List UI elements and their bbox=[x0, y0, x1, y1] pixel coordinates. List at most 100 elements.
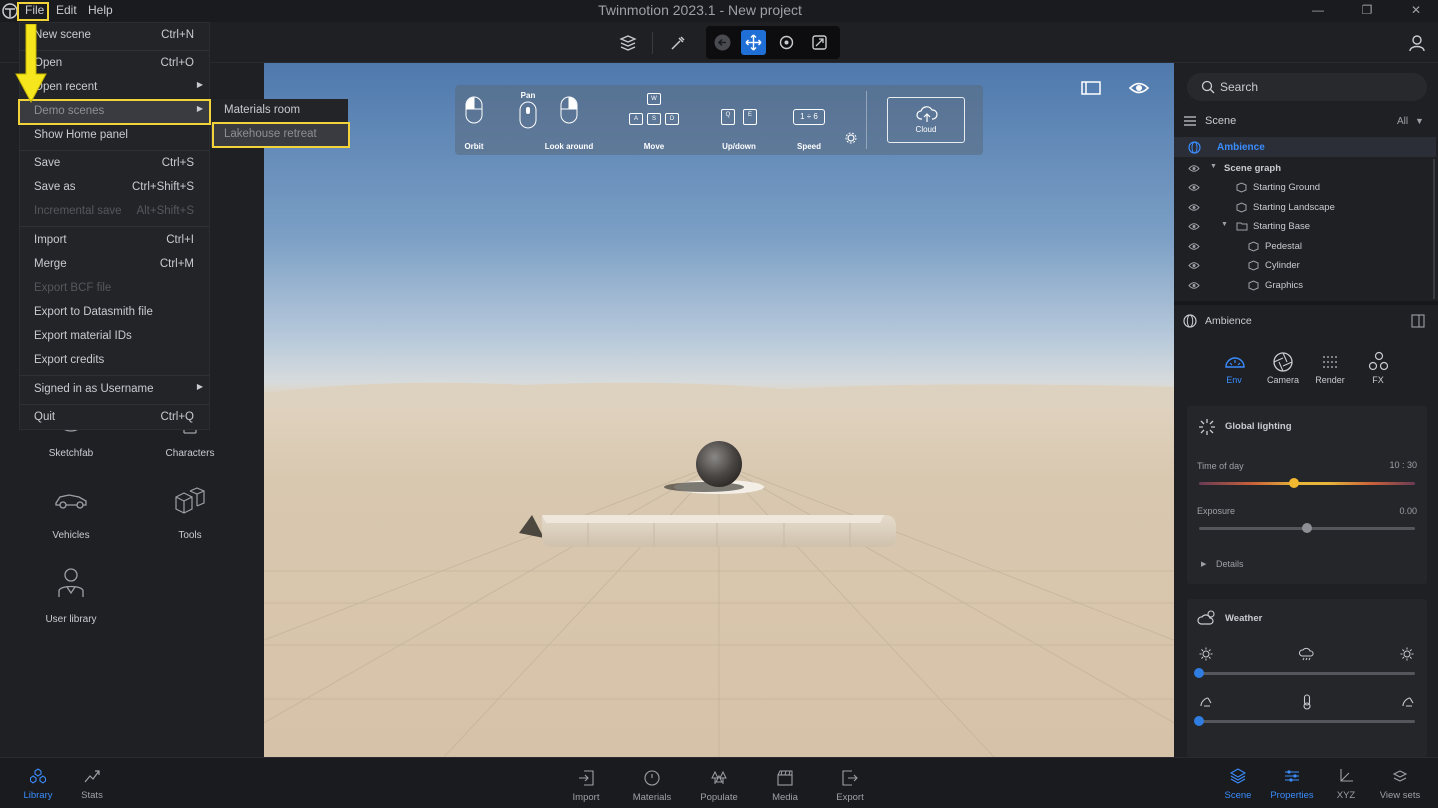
weather-sun-cloud-icon bbox=[1197, 610, 1215, 625]
eye-icon[interactable] bbox=[1188, 203, 1200, 212]
scene-layers-icon bbox=[1230, 768, 1246, 784]
tree-label: Starting Base bbox=[1253, 221, 1311, 232]
library-cubes-icon bbox=[30, 768, 46, 784]
tree-row-starting-landscape[interactable]: Starting Landscape bbox=[1174, 198, 1436, 217]
menu-item-label: Signed in as Username bbox=[34, 383, 154, 395]
scene-properties-panel: Search Scene All ▼ Ambience ▼ Scene grap… bbox=[1174, 63, 1438, 757]
eye-icon[interactable] bbox=[1188, 261, 1200, 270]
bottom-tab-view-sets[interactable]: View sets bbox=[1370, 768, 1430, 808]
panel-toggle-icon[interactable] bbox=[1080, 79, 1102, 97]
eye-icon[interactable] bbox=[1188, 222, 1200, 231]
time-of-day-value: 10 : 30 bbox=[1389, 460, 1417, 470]
tab-env[interactable]: Env bbox=[1214, 351, 1254, 391]
weather-thumb[interactable] bbox=[1194, 668, 1204, 678]
tree-row-pedestal[interactable]: Pedestal bbox=[1174, 237, 1436, 256]
bottom-tab-scene[interactable]: Scene bbox=[1208, 768, 1268, 808]
tree-row-starting-ground[interactable]: Starting Ground bbox=[1174, 178, 1436, 197]
bottom-media-button[interactable]: Media bbox=[755, 770, 815, 808]
cloud-button[interactable]: Cloud bbox=[887, 97, 965, 143]
user-account-icon[interactable] bbox=[1407, 33, 1427, 53]
search-input[interactable]: Search bbox=[1187, 73, 1427, 101]
submenu-item-materials-room[interactable]: Materials room bbox=[211, 99, 348, 123]
weather-slider[interactable] bbox=[1199, 672, 1415, 675]
menu-item-open[interactable]: Open Ctrl+O bbox=[20, 52, 209, 76]
chevron-down-icon[interactable]: ▼ bbox=[1415, 116, 1424, 126]
fit-view-button[interactable] bbox=[807, 30, 832, 55]
move-mode-button[interactable] bbox=[741, 30, 766, 55]
bottom-tab-properties[interactable]: Properties bbox=[1262, 768, 1322, 808]
scrollbar[interactable] bbox=[1433, 159, 1435, 299]
tile-label: Sketchfab bbox=[48, 448, 94, 459]
library-tile-vehicles[interactable]: Vehicles bbox=[16, 475, 126, 545]
expand-arrow-icon[interactable]: ▼ bbox=[1210, 163, 1217, 170]
menu-item-merge[interactable]: Merge Ctrl+M bbox=[20, 253, 209, 277]
submenu-arrow-icon: ▶ bbox=[196, 80, 203, 89]
filter-dropdown[interactable]: All bbox=[1397, 116, 1408, 127]
eye-icon[interactable] bbox=[1188, 164, 1200, 173]
back-icon[interactable] bbox=[714, 34, 731, 51]
orbit-mode-button[interactable] bbox=[774, 30, 799, 55]
menu-item-signed-in[interactable]: Signed in as Username ▶ bbox=[20, 378, 209, 402]
bottom-import-button[interactable]: Import bbox=[556, 770, 616, 808]
tab-render[interactable]: Render bbox=[1310, 351, 1350, 391]
eye-icon[interactable] bbox=[1188, 183, 1200, 192]
menu-item-export-material-ids[interactable]: Export material IDs bbox=[20, 325, 209, 349]
bottom-materials-button[interactable]: Materials bbox=[622, 770, 682, 808]
details-toggle[interactable]: Details bbox=[1216, 559, 1244, 569]
restore-icon[interactable]: ❐ bbox=[1360, 3, 1374, 17]
move-arrows-icon bbox=[745, 34, 762, 51]
visibility-eye-icon[interactable] bbox=[1128, 79, 1150, 97]
tab-fx[interactable]: FX bbox=[1358, 351, 1398, 391]
menu-item-export-datasmith[interactable]: Export to Datasmith file bbox=[20, 301, 209, 325]
menu-item-save[interactable]: Save Ctrl+S bbox=[20, 152, 209, 176]
bottom-tab-xyz[interactable]: XYZ bbox=[1316, 768, 1376, 808]
menu-item-save-as[interactable]: Save as Ctrl+Shift+S bbox=[20, 176, 209, 200]
bottom-tab-label: Import bbox=[572, 792, 600, 803]
library-tile-tools[interactable]: Tools bbox=[135, 475, 245, 545]
bottom-tab-library[interactable]: Library bbox=[8, 768, 68, 808]
toolbar bbox=[0, 22, 1438, 63]
menu-item-label: Show Home panel bbox=[34, 129, 128, 141]
object-icon bbox=[1236, 182, 1247, 193]
eye-icon[interactable] bbox=[1188, 281, 1200, 290]
speed-label: Speed bbox=[796, 142, 821, 151]
menu-item-open-recent[interactable]: Open recent ▶ bbox=[20, 76, 209, 100]
settings-gear-icon[interactable] bbox=[845, 132, 857, 144]
time-of-day-thumb[interactable] bbox=[1289, 478, 1300, 488]
exposure-thumb[interactable] bbox=[1302, 523, 1312, 533]
menu-item-import[interactable]: Import Ctrl+I bbox=[20, 229, 209, 253]
tree-row-scene-graph[interactable]: ▼ Scene graph bbox=[1174, 159, 1436, 178]
minimize-icon[interactable]: — bbox=[1311, 3, 1325, 17]
menu-item-show-home-panel[interactable]: Show Home panel bbox=[20, 124, 209, 148]
tree-row-starting-base[interactable]: ▼ Starting Base bbox=[1174, 217, 1436, 236]
ambience-row[interactable]: Ambience bbox=[1174, 137, 1436, 157]
eyedropper-icon[interactable] bbox=[668, 33, 688, 53]
hamburger-menu-icon[interactable] bbox=[1183, 115, 1197, 127]
menu-item-label: Import bbox=[34, 234, 67, 246]
temperature-thumb[interactable] bbox=[1194, 716, 1204, 726]
tutorial-arrow-icon bbox=[15, 24, 47, 104]
expand-details-icon[interactable]: ▶ bbox=[1201, 560, 1206, 568]
panel-splitter[interactable] bbox=[1174, 301, 1438, 305]
tree-row-cylinder[interactable]: Cylinder bbox=[1174, 256, 1436, 275]
temperature-slider[interactable] bbox=[1199, 720, 1415, 723]
menu-item-new-scene[interactable]: New scene Ctrl+N bbox=[20, 24, 209, 48]
eye-icon[interactable] bbox=[1188, 242, 1200, 251]
menu-item-quit[interactable]: Quit Ctrl+Q bbox=[20, 406, 209, 430]
menu-item-export-credits[interactable]: Export credits bbox=[20, 349, 209, 373]
3d-viewport[interactable]: Orbit Pan Look around W A S D Move Q E U… bbox=[264, 63, 1174, 757]
tree-row-graphics[interactable]: Graphics bbox=[1174, 276, 1436, 295]
bottom-populate-button[interactable]: Populate bbox=[689, 770, 749, 808]
layers-icon[interactable] bbox=[618, 33, 638, 53]
library-tile-user-library[interactable]: User library bbox=[16, 559, 126, 629]
tab-camera[interactable]: Camera bbox=[1263, 351, 1303, 391]
bottom-tab-stats[interactable]: Stats bbox=[62, 768, 122, 808]
collapse-panel-icon[interactable] bbox=[1411, 314, 1425, 328]
user-library-icon bbox=[58, 568, 84, 597]
close-icon[interactable]: ✕ bbox=[1409, 3, 1423, 17]
expand-arrow-icon[interactable]: ▼ bbox=[1221, 221, 1228, 228]
submenu-arrow-icon: ▶ bbox=[196, 382, 203, 391]
time-of-day-slider[interactable] bbox=[1199, 482, 1415, 485]
bottom-export-button[interactable]: Export bbox=[820, 770, 880, 808]
menu-item-shortcut: Ctrl+M bbox=[159, 258, 194, 270]
